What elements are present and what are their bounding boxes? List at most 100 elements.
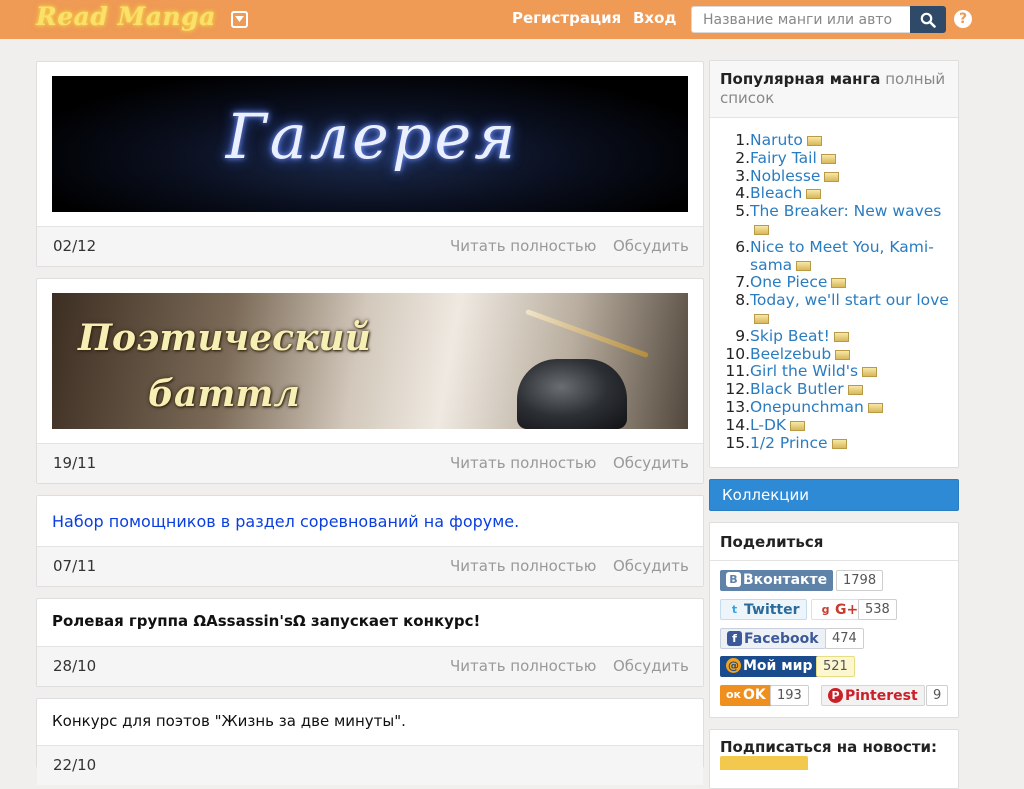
- manga-title-link[interactable]: Fairy Tail: [750, 149, 817, 167]
- site-logo[interactable]: Read Manga: [36, 2, 216, 31]
- read-more-link[interactable]: Читать полностью: [450, 557, 596, 575]
- list-item: 5. The Breaker: New waves: [720, 202, 956, 239]
- list-item: 11. Girl the Wild's: [720, 362, 956, 381]
- banner-title: Галерея: [225, 100, 519, 173]
- manga-title-link[interactable]: Today, we'll start our love: [750, 291, 949, 309]
- manga-rank: 3.: [735, 166, 750, 185]
- odnoklassniki-share-count: 193: [770, 685, 809, 706]
- news-card: Поэтический баттл 19/11 Читать полностью…: [36, 278, 704, 484]
- gplus-icon: g: [821, 603, 830, 616]
- news-card: Конкурс для поэтов "Жизнь за две минуты"…: [36, 698, 704, 785]
- moimir-share-label: Мой мир: [743, 658, 813, 674]
- list-item: 14. L-DK: [720, 416, 956, 435]
- manga-rank: 4.: [735, 184, 750, 203]
- manga-title-link[interactable]: Noblesse: [750, 167, 820, 185]
- chevron-down-icon[interactable]: [231, 11, 248, 28]
- manga-title-link[interactable]: 1/2 Prince: [750, 434, 828, 452]
- facebook-share-label: Facebook: [744, 631, 819, 647]
- moimir-share-button[interactable]: @ Мой мир: [720, 656, 819, 677]
- subscribe-title: Подписаться на новости:: [720, 738, 938, 756]
- translation-badge-icon: [790, 420, 806, 431]
- quill-decoration: [525, 308, 649, 359]
- ink-bottle-decoration: [517, 359, 627, 429]
- list-item: 3. Noblesse: [720, 166, 956, 186]
- manga-title-link[interactable]: Onepunchman: [750, 398, 864, 416]
- read-more-link[interactable]: Читать полностью: [450, 237, 596, 255]
- manga-rank: 9.: [735, 326, 750, 345]
- help-icon[interactable]: ?: [954, 10, 972, 28]
- translation-badge-icon: [867, 402, 883, 413]
- translation-badge-icon: [806, 136, 822, 146]
- manga-rank: 6.: [735, 237, 750, 256]
- poetry-battle-banner-image[interactable]: Поэтический баттл: [52, 293, 688, 429]
- manga-rank: 10.: [725, 344, 750, 363]
- discuss-link[interactable]: Обсудить: [613, 237, 689, 255]
- popular-manga-list: 1. Naruto 2. Fairy Tail 3. Noblesse 4. Bleach 5.…: [720, 131, 956, 453]
- vk-share-count: 1798: [836, 570, 884, 591]
- pinterest-share-button[interactable]: P Pinterest: [821, 685, 925, 706]
- share-title: Поделиться: [720, 533, 824, 551]
- manga-title-link[interactable]: Beelzebub: [750, 345, 831, 363]
- manga-title-link[interactable]: Nice to Meet You, Kami-sama: [750, 238, 934, 274]
- manga-title-link[interactable]: The Breaker: New waves: [750, 202, 941, 220]
- news-headline-link[interactable]: Набор помощников в раздел соревнований н…: [52, 512, 519, 531]
- gplus-share-label: G+: [835, 602, 859, 618]
- facebook-share-button[interactable]: f Facebook: [720, 628, 826, 649]
- card-footer: 28/10 Читать полностью Обсудить: [37, 646, 703, 686]
- translation-badge-icon: [820, 153, 836, 164]
- panel-title: Популярная манга полный список: [720, 70, 956, 108]
- divider: [710, 560, 958, 561]
- odnoklassniki-share-label: OK: [743, 687, 766, 703]
- manga-title-link[interactable]: Bleach: [750, 184, 802, 202]
- card-footer: 19/11 Читать полностью Обсудить: [37, 443, 703, 483]
- translation-badge-icon: [833, 331, 849, 342]
- read-more-link[interactable]: Читать полностью: [450, 454, 596, 472]
- manga-title-link[interactable]: Skip Beat!: [750, 327, 830, 345]
- collections-button[interactable]: Коллекции: [709, 479, 959, 511]
- pinterest-share-label: Pinterest: [845, 688, 918, 704]
- news-date: 28/10: [53, 657, 97, 675]
- twitter-icon: t: [731, 603, 738, 616]
- top-navbar: Read Manga Регистрация Вход ?: [0, 0, 1024, 39]
- manga-title-link[interactable]: L-DK: [750, 416, 786, 434]
- translation-badge-icon: [831, 438, 847, 449]
- list-item: 15. 1/2 Prince: [720, 434, 956, 453]
- manga-rank: 11.: [725, 362, 750, 381]
- moimir-icon: @: [726, 658, 741, 673]
- card-footer: 22/10: [37, 745, 703, 785]
- search-input[interactable]: [691, 6, 912, 33]
- search-button[interactable]: [910, 6, 946, 33]
- list-item: 4. Bleach: [720, 184, 956, 203]
- list-item: 2. Fairy Tail: [720, 149, 956, 168]
- register-link[interactable]: Регистрация: [512, 9, 621, 27]
- manga-title-link[interactable]: Naruto: [750, 131, 803, 149]
- gplus-share-count: 538: [858, 599, 897, 620]
- gallery-banner-image[interactable]: Галерея: [52, 76, 688, 212]
- list-item: 6. Nice to Meet You, Kami-sama: [720, 237, 956, 275]
- news-headline: Ролевая группа ΩAssassin'sΩ запускает ко…: [52, 612, 481, 630]
- banner-title-line1: Поэтический: [78, 317, 371, 359]
- manga-rank: 5.: [735, 202, 750, 221]
- list-item: 8. Today, we'll start our love: [720, 291, 956, 328]
- panel-header: Популярная манга полный список: [710, 61, 958, 118]
- manga-title-link[interactable]: Girl the Wild's: [750, 362, 858, 380]
- twitter-share-button[interactable]: t Twitter: [720, 599, 807, 620]
- vk-icon: В: [726, 572, 741, 587]
- manga-title-link[interactable]: One Piece: [750, 273, 827, 291]
- manga-rank: 1.: [735, 131, 750, 149]
- list-item: 10. Beelzebub: [720, 344, 956, 364]
- read-more-link[interactable]: Читать полностью: [450, 657, 596, 675]
- discuss-link[interactable]: Обсудить: [613, 657, 689, 675]
- login-link[interactable]: Вход: [633, 9, 677, 27]
- manga-rank: 12.: [725, 380, 750, 399]
- manga-title-link[interactable]: Black Butler: [750, 380, 844, 398]
- share-panel: Поделиться В Вконтакте 1798 t Twitter g G+ …: [709, 522, 959, 718]
- discuss-link[interactable]: Обсудить: [613, 454, 689, 472]
- list-item: 9. Skip Beat!: [720, 326, 956, 346]
- odnoklassniki-share-button[interactable]: ок OK: [720, 685, 772, 706]
- vk-share-button[interactable]: В Вконтакте: [720, 570, 834, 591]
- pinterest-share-count: 9: [926, 685, 949, 706]
- subscribe-panel: Подписаться на новости:: [709, 729, 959, 789]
- news-card: Ролевая группа ΩAssassin'sΩ запускает ко…: [36, 598, 704, 687]
- discuss-link[interactable]: Обсудить: [613, 557, 689, 575]
